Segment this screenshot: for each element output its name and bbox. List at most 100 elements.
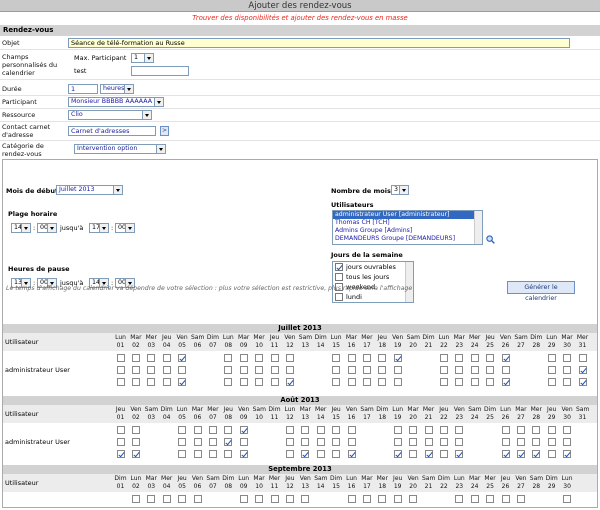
slot-checkbox[interactable] xyxy=(332,366,341,374)
slot-checkbox[interactable] xyxy=(563,378,572,386)
user-option[interactable]: Admins Groupe [Admins] xyxy=(333,227,482,235)
slot-checkbox[interactable] xyxy=(347,450,356,458)
slot-checkbox[interactable] xyxy=(285,366,294,374)
slot-checkbox[interactable] xyxy=(332,378,341,386)
slot-checkbox[interactable] xyxy=(178,495,187,503)
slot-checkbox[interactable] xyxy=(255,495,264,503)
listbox-scrollbar[interactable] xyxy=(405,262,413,302)
slot-checkbox[interactable] xyxy=(563,495,572,503)
slot-checkbox[interactable] xyxy=(455,366,464,374)
slot-checkbox[interactable] xyxy=(193,426,202,434)
plage-end-hour-select[interactable]: 17 xyxy=(89,223,109,233)
plage-start-hour-select[interactable]: 14 xyxy=(11,223,31,233)
slot-checkbox[interactable] xyxy=(131,438,140,446)
slot-checkbox[interactable] xyxy=(455,450,464,458)
slot-checkbox[interactable] xyxy=(362,366,371,374)
contact-input[interactable]: Carnet d'adresses xyxy=(68,126,156,136)
slot-checkbox[interactable] xyxy=(439,426,448,434)
slot-checkbox[interactable] xyxy=(301,438,310,446)
slot-checkbox[interactable] xyxy=(255,366,264,374)
user-option[interactable]: administrateur User [administrateur] xyxy=(333,211,482,219)
slot-checkbox[interactable] xyxy=(486,378,495,386)
jour-option[interactable]: tous les jours xyxy=(333,272,413,282)
slot-checkbox[interactable] xyxy=(578,354,587,362)
slot-checkbox[interactable] xyxy=(393,354,402,362)
slot-checkbox[interactable] xyxy=(378,495,387,503)
slot-checkbox[interactable] xyxy=(116,450,125,458)
slot-checkbox[interactable] xyxy=(516,438,525,446)
slot-checkbox[interactable] xyxy=(131,426,140,434)
slot-checkbox[interactable] xyxy=(578,378,587,386)
slot-checkbox[interactable] xyxy=(501,366,510,374)
slot-checkbox[interactable] xyxy=(501,450,510,458)
slot-checkbox[interactable] xyxy=(239,378,248,386)
slot-checkbox[interactable] xyxy=(409,426,418,434)
slot-checkbox[interactable] xyxy=(347,378,356,386)
slot-checkbox[interactable] xyxy=(239,495,248,503)
slot-checkbox[interactable] xyxy=(239,426,248,434)
slot-checkbox[interactable] xyxy=(270,495,279,503)
slot-checkbox[interactable] xyxy=(362,378,371,386)
slot-checkbox[interactable] xyxy=(131,366,140,374)
contact-open-button[interactable]: > xyxy=(160,126,169,136)
slot-checkbox[interactable] xyxy=(439,366,448,374)
slot-checkbox[interactable] xyxy=(208,450,217,458)
ressource-select[interactable]: Clio xyxy=(68,110,152,120)
listbox-scrollbar[interactable] xyxy=(474,211,482,244)
slot-checkbox[interactable] xyxy=(532,450,541,458)
slot-checkbox[interactable] xyxy=(547,426,556,434)
slot-checkbox[interactable] xyxy=(301,495,310,503)
slot-checkbox[interactable] xyxy=(547,366,556,374)
checkbox-checked[interactable] xyxy=(335,263,343,271)
slot-checkbox[interactable] xyxy=(239,450,248,458)
slot-checkbox[interactable] xyxy=(193,450,202,458)
slot-checkbox[interactable] xyxy=(347,366,356,374)
slot-checkbox[interactable] xyxy=(393,378,402,386)
slot-checkbox[interactable] xyxy=(178,438,187,446)
slot-checkbox[interactable] xyxy=(409,438,418,446)
slot-checkbox[interactable] xyxy=(285,438,294,446)
user-option[interactable]: Thomas CH [TCH] xyxy=(333,219,482,227)
slot-checkbox[interactable] xyxy=(131,354,140,362)
slot-checkbox[interactable] xyxy=(516,450,525,458)
slot-checkbox[interactable] xyxy=(347,495,356,503)
slot-checkbox[interactable] xyxy=(393,450,402,458)
slot-checkbox[interactable] xyxy=(424,438,433,446)
slot-checkbox[interactable] xyxy=(532,438,541,446)
slot-checkbox[interactable] xyxy=(147,495,156,503)
slot-checkbox[interactable] xyxy=(131,450,140,458)
slot-checkbox[interactable] xyxy=(116,426,125,434)
slot-checkbox[interactable] xyxy=(162,378,171,386)
checkbox[interactable] xyxy=(335,293,343,301)
slot-checkbox[interactable] xyxy=(393,366,402,374)
slot-checkbox[interactable] xyxy=(347,354,356,362)
slot-checkbox[interactable] xyxy=(532,426,541,434)
slot-checkbox[interactable] xyxy=(208,426,217,434)
slot-checkbox[interactable] xyxy=(285,495,294,503)
slot-checkbox[interactable] xyxy=(455,495,464,503)
nombre-mois-select[interactable]: 3 xyxy=(391,185,409,195)
slot-checkbox[interactable] xyxy=(224,366,233,374)
slot-checkbox[interactable] xyxy=(131,378,140,386)
slot-checkbox[interactable] xyxy=(301,426,310,434)
slot-checkbox[interactable] xyxy=(455,426,464,434)
slot-checkbox[interactable] xyxy=(255,378,264,386)
participant-select[interactable]: Monsieur BBBBB AAAAAA xyxy=(68,97,164,107)
slot-checkbox[interactable] xyxy=(285,354,294,362)
slot-checkbox[interactable] xyxy=(239,366,248,374)
mois-debut-select[interactable]: Juillet 2013 xyxy=(56,185,123,195)
slot-checkbox[interactable] xyxy=(439,378,448,386)
slot-checkbox[interactable] xyxy=(332,438,341,446)
slot-checkbox[interactable] xyxy=(378,354,387,362)
slot-checkbox[interactable] xyxy=(178,378,187,386)
slot-checkbox[interactable] xyxy=(147,354,156,362)
slot-checkbox[interactable] xyxy=(547,438,556,446)
slot-checkbox[interactable] xyxy=(116,438,125,446)
slot-checkbox[interactable] xyxy=(486,366,495,374)
slot-checkbox[interactable] xyxy=(316,426,325,434)
slot-checkbox[interactable] xyxy=(409,450,418,458)
checkbox[interactable] xyxy=(335,273,343,281)
slot-checkbox[interactable] xyxy=(362,495,371,503)
slot-checkbox[interactable] xyxy=(501,426,510,434)
slot-checkbox[interactable] xyxy=(547,378,556,386)
